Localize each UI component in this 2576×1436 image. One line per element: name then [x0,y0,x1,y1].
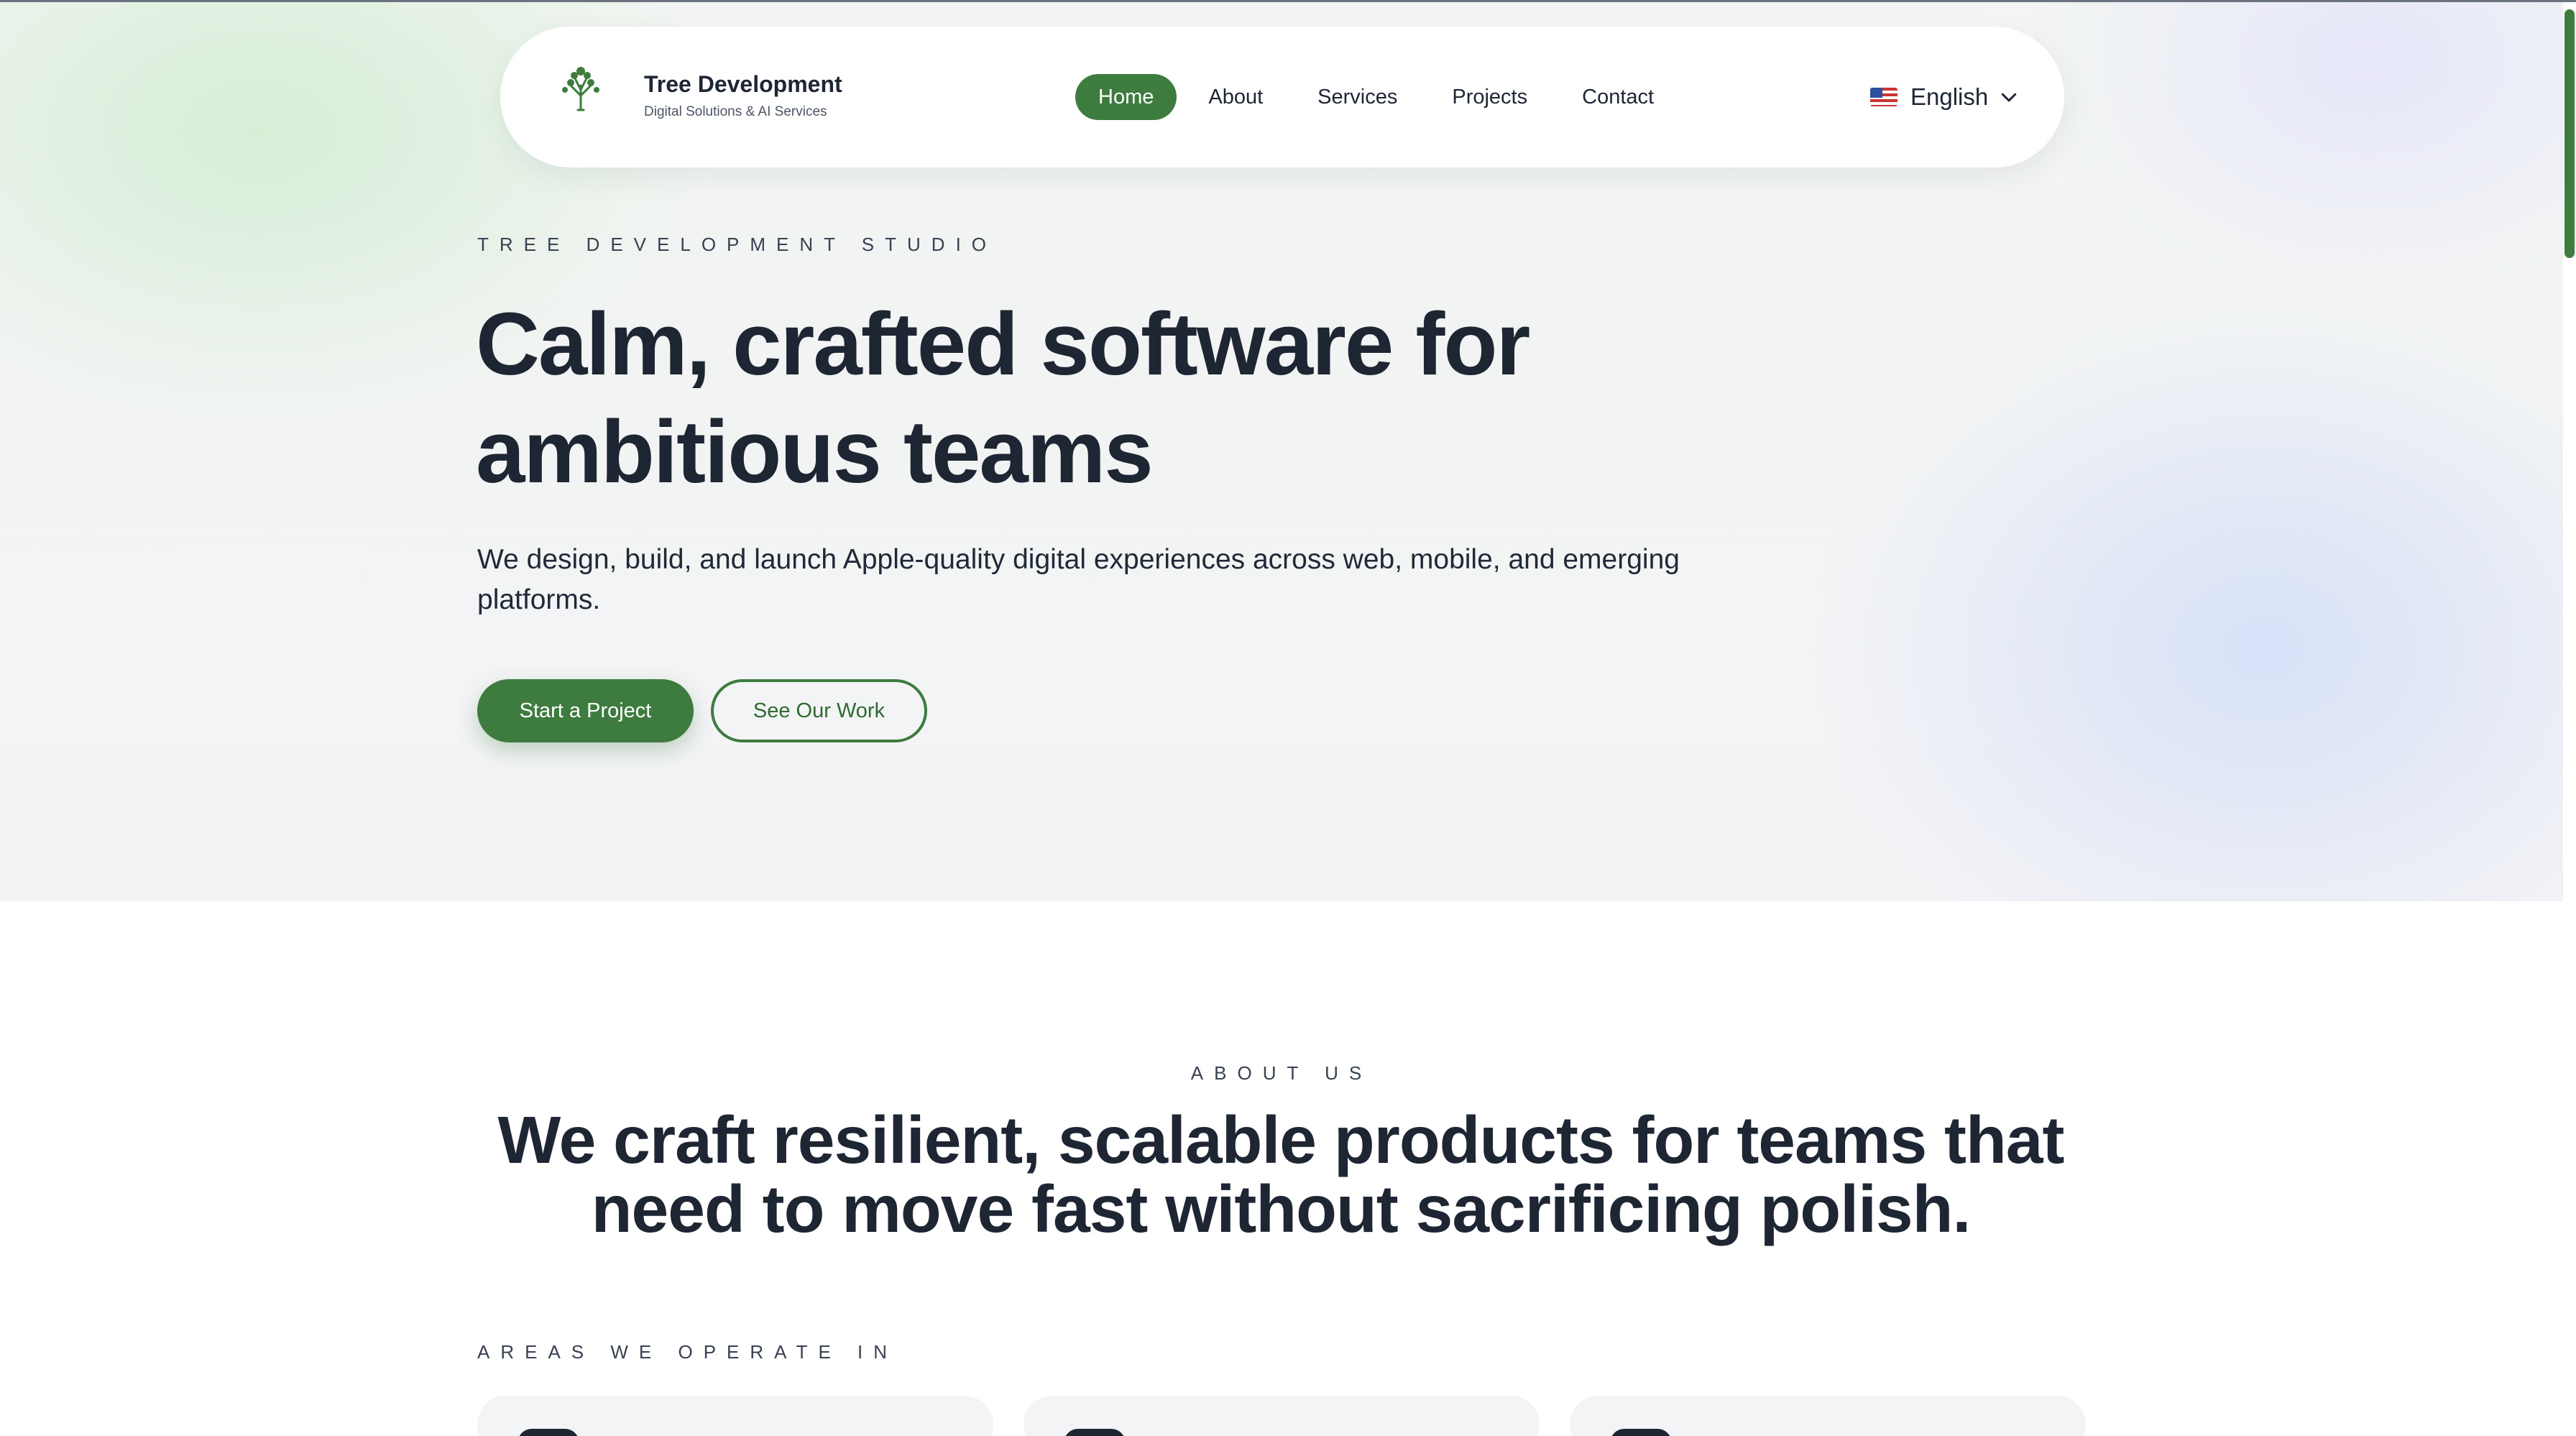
area-icon [518,1429,579,1436]
about-title: We craft resilient, scalable products fo… [497,1103,2065,1246]
hero-eyebrow: TREE DEVELOPMENT STUDIO [477,234,998,255]
brand-tagline: Digital Solutions & AI Services [644,104,827,119]
language-selector[interactable]: English [1870,74,2020,120]
language-label: English [1910,83,1989,110]
area-card[interactable] [1570,1396,2086,1436]
us-flag-icon [1870,88,1898,106]
scrollbar[interactable] [2563,2,2576,1436]
area-card[interactable] [1024,1396,1540,1436]
hero-section: Tree Development Digital Solutions & AI … [0,2,2563,901]
nav-home[interactable]: Home [1075,74,1177,120]
hero-headline: Calm, crafted software for ambitious tea… [476,295,1530,502]
main-nav: Home About Services Projects Contact [1075,74,1685,120]
nav-about[interactable]: About [1185,74,1286,120]
navbar: Tree Development Digital Solutions & AI … [500,27,2064,167]
scrollbar-thumb[interactable] [2564,9,2575,258]
tree-logo-icon[interactable] [559,64,602,111]
hero-subtext: We design, build, and launch Apple-quali… [477,544,1680,615]
nav-projects[interactable]: Projects [1429,74,1550,120]
see-work-button[interactable]: See Our Work [711,679,927,742]
areas-label: AREAS WE OPERATE IN [477,1341,898,1363]
brand-name[interactable]: Tree Development [644,71,842,98]
nav-contact[interactable]: Contact [1559,74,1677,120]
about-eyebrow: ABOUT US [1190,1062,1373,1084]
area-icon [1064,1429,1126,1436]
nav-services[interactable]: Services [1294,74,1420,120]
chevron-down-icon [2001,93,2017,102]
area-card[interactable] [477,1396,993,1436]
area-icon [1610,1429,1672,1436]
start-project-button[interactable]: Start a Project [477,679,694,742]
